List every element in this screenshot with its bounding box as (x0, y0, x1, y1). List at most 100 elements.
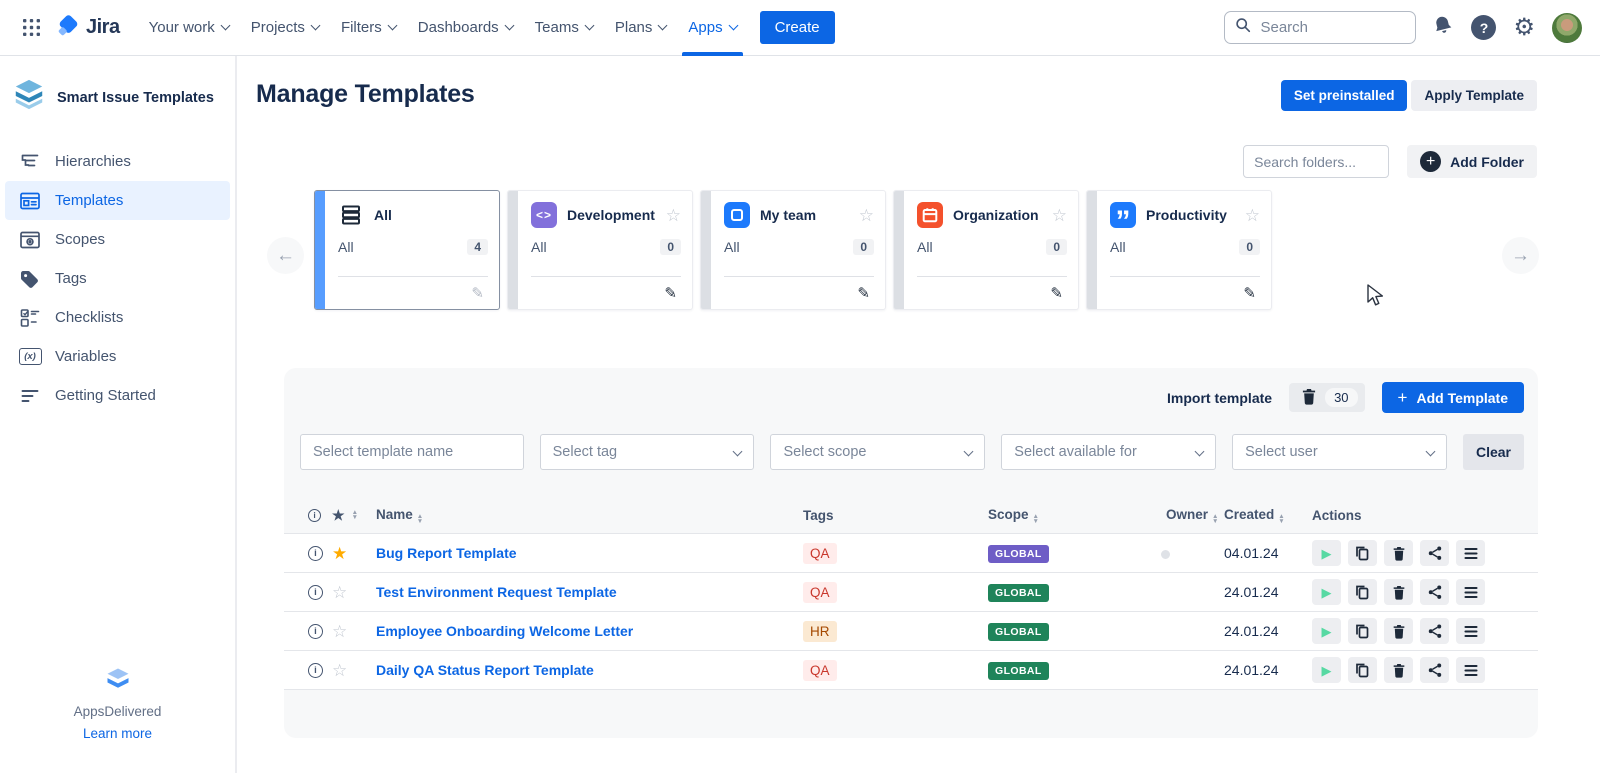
delete-template-button[interactable] (1384, 579, 1413, 605)
nav-item-filters[interactable]: Filters (330, 0, 407, 56)
appsdelivered-logo-icon (104, 666, 132, 697)
info-icon[interactable] (308, 624, 323, 639)
user-avatar[interactable] (1552, 13, 1582, 43)
row-menu-button[interactable] (1456, 657, 1485, 683)
copy-template-button[interactable] (1348, 618, 1377, 644)
row-menu-button[interactable] (1456, 618, 1485, 644)
user-filter-select[interactable]: Select user (1232, 434, 1447, 470)
sidebar-item-tags[interactable]: Tags (5, 259, 230, 298)
set-preinstalled-button[interactable]: Set preinstalled (1281, 80, 1408, 111)
create-button[interactable]: Create (760, 11, 835, 44)
favorite-star-icon[interactable] (666, 207, 681, 224)
sidebar-item-variables[interactable]: Variables (5, 337, 230, 376)
row-menu-button[interactable] (1456, 579, 1485, 605)
folder-card-development[interactable]: Development All 0 (507, 190, 693, 310)
settings-gear-icon[interactable] (1513, 16, 1535, 40)
app-title: Smart Issue Templates (57, 90, 214, 106)
row-menu-button[interactable] (1456, 540, 1485, 566)
share-template-button[interactable] (1420, 657, 1449, 683)
info-icon[interactable] (308, 585, 323, 600)
scope-filter-select[interactable]: Select scope (770, 434, 985, 470)
page-title: Manage Templates (256, 80, 475, 109)
help-icon[interactable] (1471, 15, 1496, 40)
delete-template-button[interactable] (1384, 540, 1413, 566)
carousel-left-arrow[interactable] (267, 237, 304, 274)
folder-card-productivity[interactable]: Productivity All 0 (1086, 190, 1272, 310)
copy-template-button[interactable] (1348, 540, 1377, 566)
table-row: Employee Onboarding Welcome Letter HR GL… (284, 612, 1538, 651)
sidebar-item-templates[interactable]: Templates (5, 181, 230, 220)
sidebar-item-hierarchies[interactable]: Hierarchies (5, 142, 230, 181)
run-template-button[interactable] (1312, 657, 1341, 683)
share-template-button[interactable] (1420, 579, 1449, 605)
run-template-button[interactable] (1312, 618, 1341, 644)
column-header-tags[interactable]: Tags (803, 508, 988, 523)
delete-template-button[interactable] (1384, 657, 1413, 683)
nav-item-dashboards[interactable]: Dashboards (407, 0, 524, 56)
nav-item-teams[interactable]: Teams (524, 0, 604, 56)
nav-item-your-work[interactable]: Your work (138, 0, 240, 56)
favorite-star-icon[interactable] (332, 584, 347, 601)
column-header-scope[interactable]: Scope (988, 507, 1166, 524)
learn-more-link[interactable]: Learn more (83, 726, 152, 741)
sidebar-item-scopes[interactable]: Scopes (5, 220, 230, 259)
sort-toggle[interactable] (352, 510, 358, 520)
clear-filters-button[interactable]: Clear (1463, 434, 1524, 470)
apply-template-button[interactable]: Apply Template (1411, 80, 1537, 111)
add-folder-button[interactable]: Add Folder (1407, 145, 1537, 178)
run-template-button[interactable] (1312, 579, 1341, 605)
edit-pencil-icon[interactable] (664, 286, 677, 301)
edit-pencil-icon[interactable] (857, 286, 870, 301)
template-name-link[interactable]: Employee Onboarding Welcome Letter (376, 623, 633, 639)
nav-item-apps[interactable]: Apps (677, 0, 747, 56)
column-header-name[interactable]: Name (366, 507, 803, 524)
add-template-button[interactable]: Add Template (1382, 382, 1524, 413)
folder-card-organization[interactable]: Organization All 0 (893, 190, 1079, 310)
import-template-link[interactable]: Import template (1167, 390, 1272, 406)
copy-template-button[interactable] (1348, 657, 1377, 683)
trash-icon (1301, 388, 1317, 408)
info-icon[interactable] (308, 546, 323, 561)
nav-item-plans[interactable]: Plans (604, 0, 678, 56)
delete-template-button[interactable] (1384, 618, 1413, 644)
global-search[interactable] (1224, 11, 1416, 44)
search-folders-input[interactable] (1243, 145, 1389, 178)
search-input[interactable] (1260, 19, 1405, 36)
tag-filter-select[interactable]: Select tag (540, 434, 755, 470)
created-date: 24.01.24 (1224, 623, 1312, 639)
jira-logo[interactable]: Jira (56, 13, 120, 43)
edit-pencil-icon[interactable] (1243, 286, 1256, 301)
edit-pencil-icon[interactable] (1050, 286, 1063, 301)
trash-bin-button[interactable]: 30 (1289, 383, 1364, 412)
info-icon[interactable] (308, 663, 323, 678)
column-header-owner[interactable]: Owner (1166, 507, 1224, 524)
nav-item-projects[interactable]: Projects (240, 0, 330, 56)
column-header-created[interactable]: Created (1224, 507, 1312, 524)
sidebar-item-checklists[interactable]: Checklists (5, 298, 230, 337)
share-template-button[interactable] (1420, 540, 1449, 566)
app-switcher-icon[interactable] (14, 11, 48, 45)
carousel-right-arrow[interactable] (1502, 237, 1539, 274)
edit-pencil-icon[interactable] (471, 286, 484, 301)
template-name-link[interactable]: Bug Report Template (376, 545, 517, 561)
favorite-star-icon[interactable] (332, 623, 347, 640)
favorite-star-icon[interactable] (1052, 207, 1067, 224)
template-name-filter-input[interactable] (300, 434, 524, 470)
template-count-badge: 0 (1046, 239, 1067, 255)
template-name-link[interactable]: Test Environment Request Template (376, 584, 617, 600)
share-template-button[interactable] (1420, 618, 1449, 644)
favorite-star-icon[interactable] (332, 662, 347, 679)
sidebar-item-getting-started[interactable]: Getting Started (5, 376, 230, 415)
run-template-button[interactable] (1312, 540, 1341, 566)
template-name-link[interactable]: Daily QA Status Report Template (376, 662, 594, 678)
copy-template-button[interactable] (1348, 579, 1377, 605)
created-date: 24.01.24 (1224, 584, 1312, 600)
star-column-icon[interactable] (332, 508, 345, 522)
available-for-filter-select[interactable]: Select available for (1001, 434, 1216, 470)
notifications-bell-icon[interactable] (1431, 12, 1458, 42)
folder-card-my-team[interactable]: My team All 0 (700, 190, 886, 310)
folder-card-all[interactable]: All All 4 (314, 190, 500, 310)
favorite-star-icon[interactable] (332, 545, 347, 562)
favorite-star-icon[interactable] (1245, 207, 1260, 224)
favorite-star-icon[interactable] (859, 207, 874, 224)
